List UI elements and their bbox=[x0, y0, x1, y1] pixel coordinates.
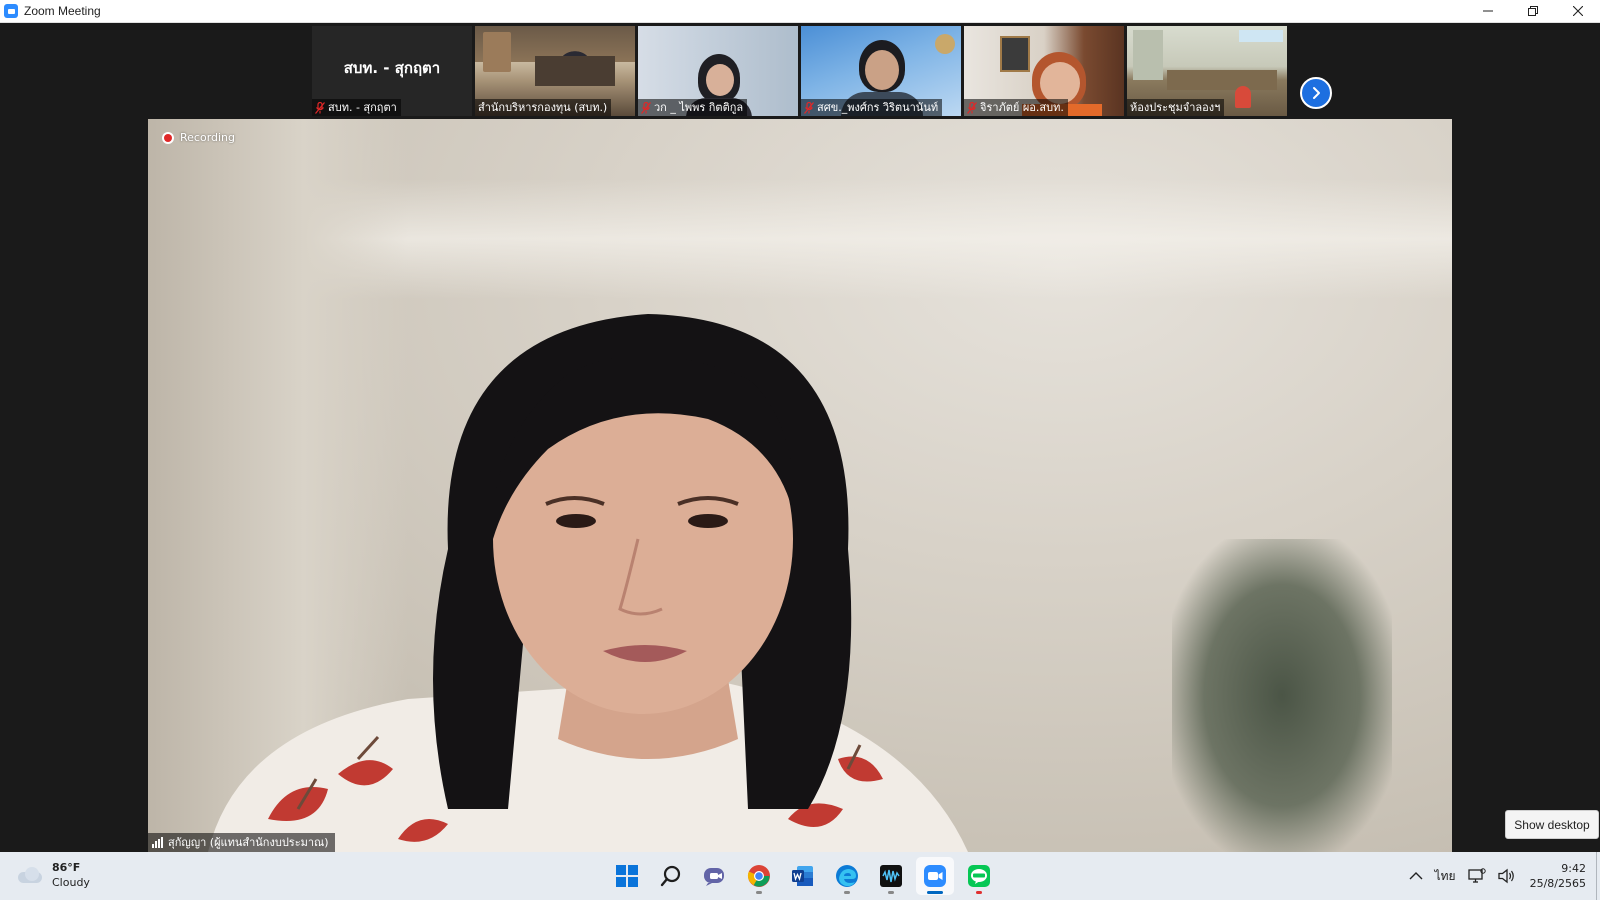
active-speaker-video[interactable]: Recording สุกัญญา (ผู้แทนสำนักงบประมาณ) bbox=[148, 119, 1452, 852]
active-indicator bbox=[927, 891, 943, 894]
audio-app-button[interactable] bbox=[872, 857, 910, 895]
zoom-app-icon bbox=[4, 4, 18, 18]
restore-button[interactable] bbox=[1510, 0, 1555, 23]
speaker-name: สุกัญญา (ผู้แทนสำนักงบประมาณ) bbox=[168, 836, 329, 849]
participant-tile[interactable]: สำนักบริหารกองทุน (สบท.) bbox=[475, 26, 635, 116]
wall-portrait bbox=[1000, 36, 1030, 72]
clock[interactable]: 9:42 25/8/2565 bbox=[1522, 861, 1596, 891]
weather-condition: Cloudy bbox=[52, 876, 90, 889]
taskbar: 86°F Cloudy ไทย 9:42 25/8/2565 bbox=[0, 852, 1600, 900]
background-desk bbox=[535, 56, 615, 86]
close-button[interactable] bbox=[1555, 0, 1600, 23]
recording-label: Recording bbox=[180, 131, 236, 144]
close-icon bbox=[1572, 6, 1583, 16]
show-desktop-tooltip: Show desktop bbox=[1505, 810, 1599, 839]
running-indicator bbox=[976, 891, 982, 894]
participant-name: สำนักบริหารกองทุน (สบท.) bbox=[478, 101, 608, 114]
gallery-strip: สบท. - สุกฤตา สบท. - สุกฤตา สำนักบริหารก… bbox=[0, 23, 1600, 119]
signal-strength-icon bbox=[152, 837, 163, 848]
background-window bbox=[1133, 30, 1163, 80]
start-icon bbox=[616, 865, 638, 887]
show-desktop-button[interactable] bbox=[1596, 852, 1600, 900]
minimize-button[interactable] bbox=[1465, 0, 1510, 23]
edge-button[interactable] bbox=[828, 857, 866, 895]
system-tray: ไทย 9:42 25/8/2565 bbox=[1403, 852, 1600, 900]
participant-name: วก _ ไพพร กิตติกูล bbox=[654, 101, 744, 114]
line-icon bbox=[968, 865, 990, 887]
participant-tile[interactable]: สบท. - สุกฤตา สบท. - สุกฤตา bbox=[312, 26, 472, 116]
speaker-figure bbox=[208, 314, 968, 852]
emblem-icon bbox=[935, 34, 955, 54]
participant-face bbox=[1040, 62, 1080, 104]
participant-caption: จิราภัตย์ ผอ.สบท. bbox=[964, 99, 1068, 116]
window-controls bbox=[1465, 0, 1600, 23]
running-indicator bbox=[844, 891, 850, 894]
background-shelf bbox=[483, 32, 511, 72]
minimize-icon bbox=[1482, 10, 1493, 12]
window-title: Zoom Meeting bbox=[24, 4, 101, 18]
participant-caption: สศข._พงศ์กร วิริตนานันท์ bbox=[801, 99, 943, 116]
chevron-right-icon bbox=[1313, 87, 1320, 99]
participant-caption: ห้องประชุมจำลองฯ bbox=[1127, 99, 1225, 116]
muted-mic-icon bbox=[641, 101, 651, 114]
language-indicator[interactable]: ไทย bbox=[1429, 852, 1462, 900]
show-hidden-icons-button[interactable] bbox=[1403, 852, 1429, 900]
word-button[interactable] bbox=[784, 857, 822, 895]
participant-caption: สบท. - สุกฤตา bbox=[312, 99, 401, 116]
line-button[interactable] bbox=[960, 857, 998, 895]
chrome-icon bbox=[747, 865, 770, 887]
participant-display-name: สบท. - สุกฤตา bbox=[343, 59, 441, 77]
teams-chat-icon bbox=[704, 868, 724, 886]
restore-icon bbox=[1527, 6, 1538, 16]
participant-name: จิราภัตย์ ผอ.สบท. bbox=[980, 101, 1064, 114]
running-indicator bbox=[756, 891, 762, 894]
chevron-up-icon bbox=[1409, 872, 1423, 880]
audio-app-icon bbox=[880, 865, 902, 887]
edge-icon bbox=[836, 865, 858, 887]
participant-face bbox=[706, 64, 734, 96]
weather-temp: 86°F bbox=[52, 861, 81, 874]
weather-widget[interactable]: 86°F Cloudy bbox=[18, 860, 90, 890]
participant-name: สบท. - สุกฤตา bbox=[328, 101, 397, 114]
zoom-button[interactable] bbox=[916, 857, 954, 895]
clock-time: 9:42 bbox=[1561, 862, 1586, 875]
word-icon bbox=[792, 866, 813, 886]
next-page-button[interactable] bbox=[1300, 77, 1332, 109]
muted-mic-icon bbox=[315, 101, 325, 114]
speaker-caption: สุกัญญา (ผู้แทนสำนักงบประมาณ) bbox=[148, 833, 335, 852]
network-icon bbox=[1467, 868, 1486, 883]
taskbar-apps bbox=[608, 857, 998, 895]
speaker-icon bbox=[1497, 868, 1514, 884]
participant-face bbox=[865, 50, 899, 90]
recording-indicator: Recording bbox=[162, 131, 235, 144]
attendee-figure bbox=[1235, 86, 1251, 108]
participant-tile[interactable]: วก _ ไพพร กิตติกูล bbox=[638, 26, 798, 116]
chat-button[interactable] bbox=[696, 857, 734, 895]
participant-tile[interactable]: สศข._พงศ์กร วิริตนานันท์ bbox=[801, 26, 961, 116]
cloudy-weather-icon bbox=[18, 867, 44, 883]
network-button[interactable] bbox=[1462, 852, 1492, 900]
search-icon bbox=[660, 865, 681, 887]
zoom-icon bbox=[924, 865, 946, 887]
meeting-table bbox=[1167, 70, 1277, 90]
muted-mic-icon bbox=[804, 101, 814, 114]
background-banner bbox=[1239, 30, 1283, 42]
participant-tile[interactable]: จิราภัตย์ ผอ.สบท. bbox=[964, 26, 1124, 116]
recording-dot-icon bbox=[162, 131, 174, 144]
participant-tile[interactable]: ห้องประชุมจำลองฯ bbox=[1127, 26, 1287, 116]
muted-mic-icon bbox=[967, 101, 977, 114]
running-indicator bbox=[888, 891, 894, 894]
participant-name: สศข._พงศ์กร วิริตนานันท์ bbox=[817, 101, 939, 114]
clock-date: 25/8/2565 bbox=[1529, 877, 1586, 890]
participant-name: ห้องประชุมจำลองฯ bbox=[1130, 101, 1221, 114]
search-button[interactable] bbox=[652, 857, 690, 895]
title-bar: Zoom Meeting bbox=[0, 0, 1600, 23]
volume-button[interactable] bbox=[1492, 852, 1522, 900]
start-button[interactable] bbox=[608, 857, 646, 895]
chrome-button[interactable] bbox=[740, 857, 778, 895]
participant-caption: วก _ ไพพร กิตติกูล bbox=[638, 99, 748, 116]
participant-caption: สำนักบริหารกองทุน (สบท.) bbox=[475, 99, 612, 116]
